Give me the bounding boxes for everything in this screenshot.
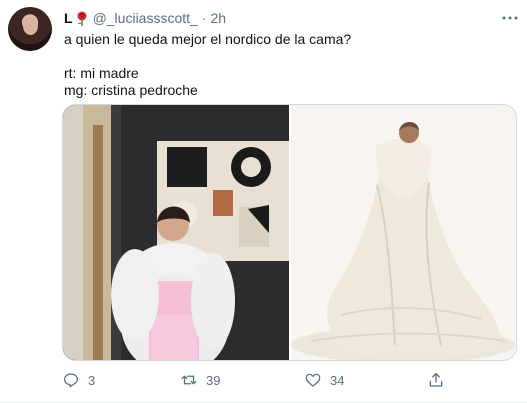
share-button[interactable] (427, 370, 453, 390)
retweet-button[interactable]: 39 (180, 370, 220, 390)
photo-woman-in-duvet-gown[interactable] (291, 105, 516, 360)
retweet-count: 39 (206, 372, 221, 388)
tweet-text-gap (64, 48, 504, 65)
header-separator: · (201, 10, 207, 26)
like-count: 34 (330, 372, 345, 388)
tweet-actions: 3 39 34 (62, 370, 462, 390)
display-name[interactable]: L (64, 10, 73, 26)
like-button[interactable]: 34 (304, 370, 344, 390)
tweet[interactable]: L @_luciiassscott_ · 2h a quien le queda… (0, 0, 527, 403)
rose-emoji-icon (77, 11, 87, 26)
tweet-text-line: a quien le queda mejor el nordico de la … (64, 31, 352, 47)
tweet-text-line: rt: mi madre (64, 65, 139, 81)
photo-woman-in-duvet-living-room[interactable] (63, 105, 291, 360)
avatar-face (23, 17, 38, 35)
tweet-header: L @_luciiassscott_ · 2h (64, 9, 519, 27)
share-icon (429, 372, 443, 387)
reply-count: 3 (88, 372, 96, 388)
retweet-icon (181, 375, 197, 385)
media-grid (62, 104, 517, 361)
more-options-icon[interactable] (501, 9, 519, 27)
timestamp[interactable]: 2h (211, 10, 227, 26)
avatar[interactable] (8, 7, 52, 51)
user-handle[interactable]: @_luciiassscott_ (93, 10, 198, 26)
like-icon (305, 373, 321, 387)
tweet-text: a quien le queda mejor el nordico de la … (64, 31, 504, 99)
reply-icon (63, 373, 79, 388)
tweet-text-line: mg: cristina pedroche (64, 82, 198, 98)
reply-button[interactable]: 3 (62, 370, 95, 390)
